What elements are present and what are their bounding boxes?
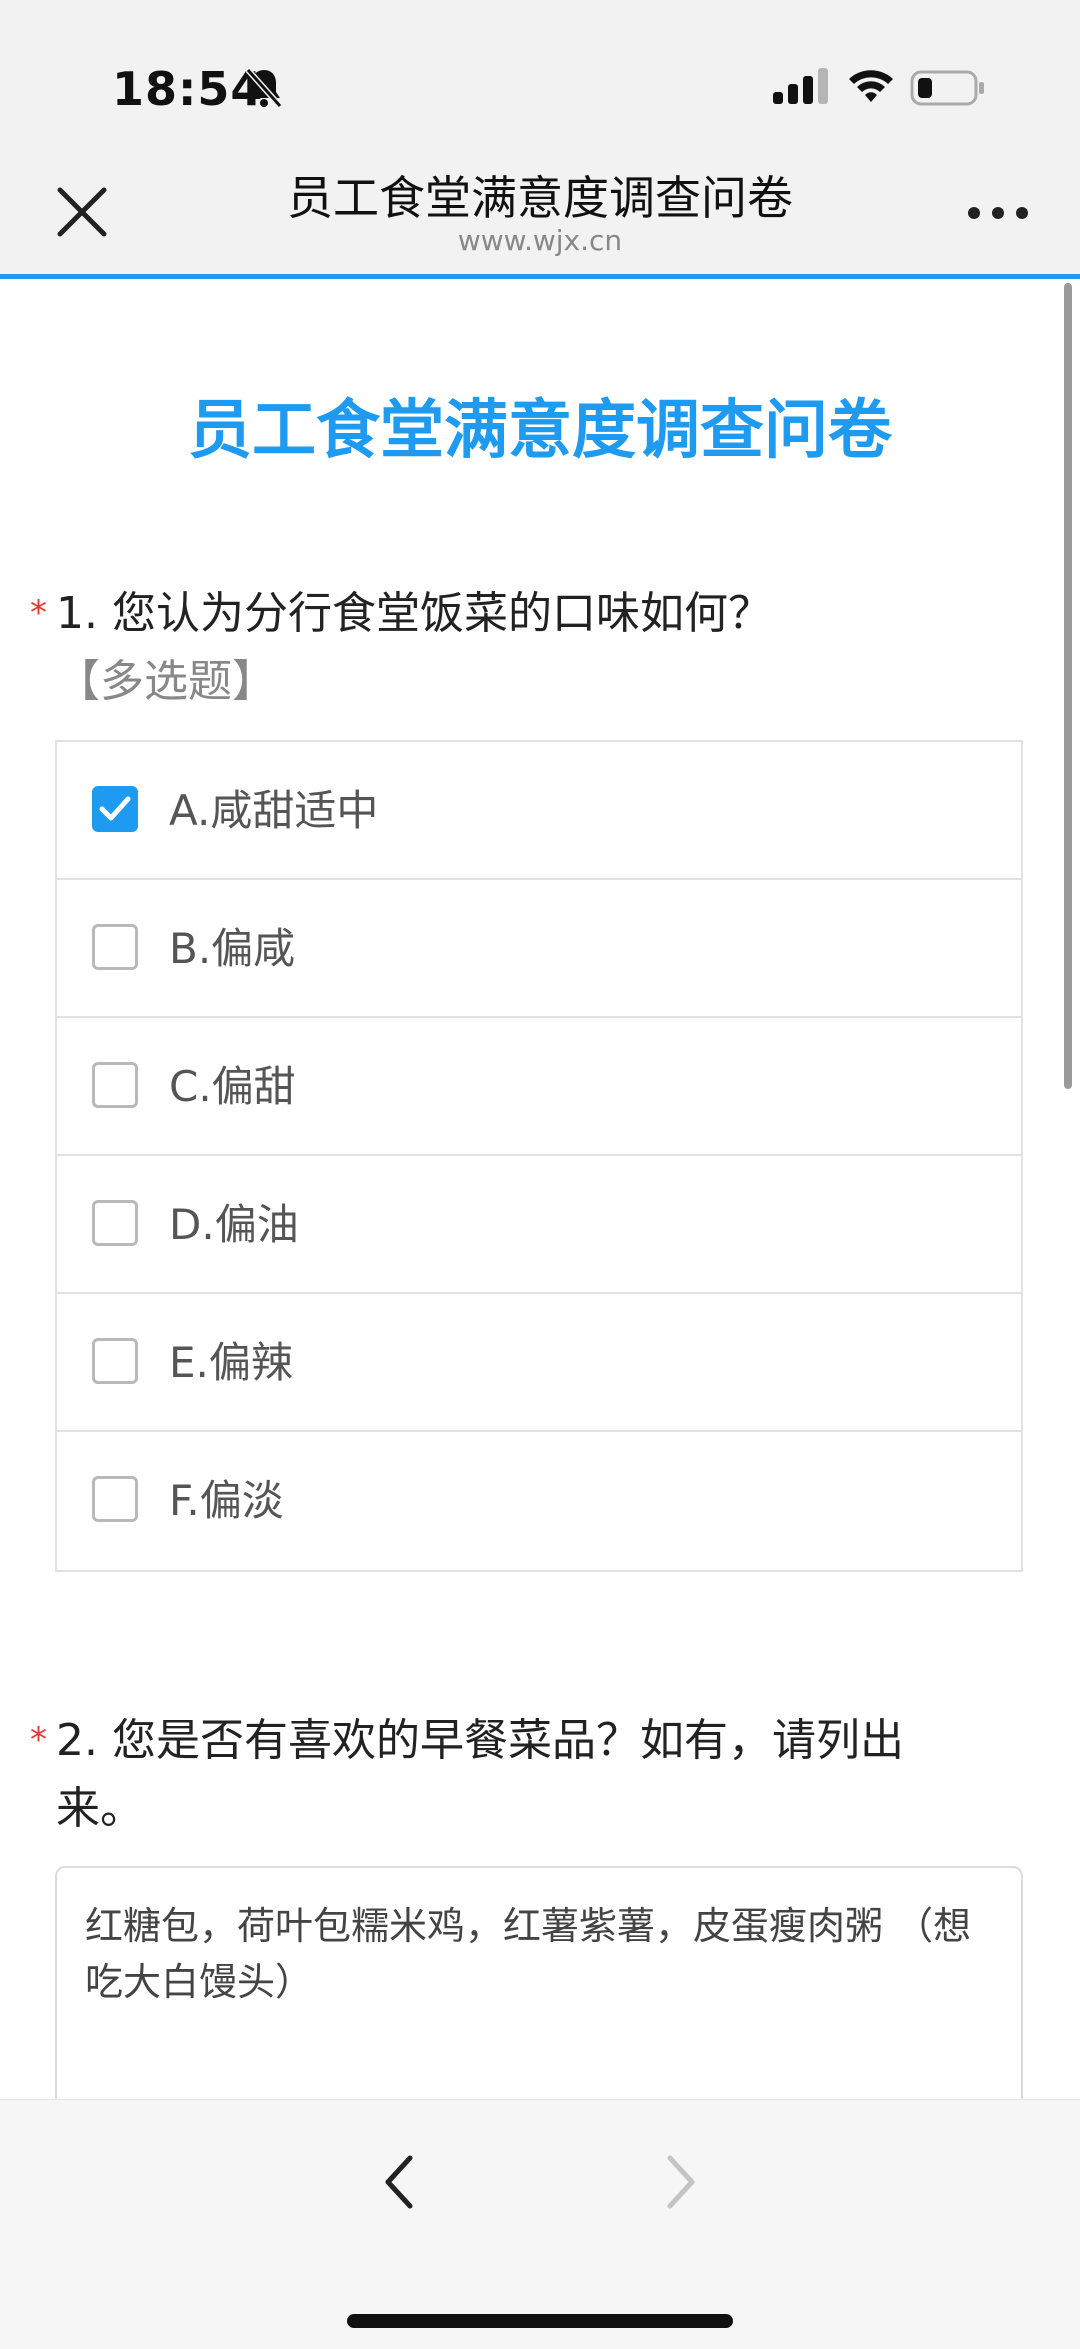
question-type-tag: 【多选题】 (56, 656, 276, 707)
required-mark: * (30, 1720, 47, 1760)
checkbox[interactable] (92, 1476, 138, 1522)
checkbox[interactable] (92, 1062, 138, 1108)
option-label: A.咸甜适中 (169, 786, 379, 835)
wifi-icon (849, 70, 893, 102)
status-bar: 18:54 (0, 0, 1080, 150)
question-2-text: 2. 您是否有喜欢的早餐菜品？如有，请列出来。 (56, 1715, 904, 1834)
nav-url: www.wjx.cn (457, 224, 623, 257)
nav-title: 员工食堂满意度调查问卷 (287, 171, 793, 225)
nav-bar: 员工食堂满意度调查问卷 www.wjx.cn (0, 150, 1080, 279)
more-icon[interactable] (966, 198, 1030, 228)
status-time: 18:54 (112, 62, 264, 116)
back-icon[interactable] (380, 2152, 420, 2212)
option-label: E.偏辣 (169, 1338, 293, 1387)
option-label: D.偏油 (169, 1200, 299, 1249)
question-2: * 2. 您是否有喜欢的早餐菜品？如有，请列出来。 (30, 1707, 990, 1843)
checkbox[interactable] (92, 924, 138, 970)
question-1-text: 1. 您认为分行食堂饭菜的口味如何？ (56, 588, 772, 639)
signal-icon (773, 68, 828, 104)
option-a[interactable]: A.咸甜适中 (57, 742, 1021, 880)
survey-title: 员工食堂满意度调查问卷 (188, 394, 892, 468)
check-icon (99, 796, 131, 821)
question-text: 1. 您认为分行食堂饭菜的口味如何？ 【多选题】 (56, 580, 990, 716)
question-1-options: A.咸甜适中 B.偏咸 C.偏甜 D.偏油 E.偏辣 F.偏淡 (55, 740, 1023, 1572)
option-c[interactable]: C.偏甜 (57, 1018, 1021, 1156)
question-1: * 1. 您认为分行食堂饭菜的口味如何？ 【多选题】 (30, 580, 990, 716)
home-indicator (347, 2314, 733, 2328)
option-e[interactable]: E.偏辣 (57, 1294, 1021, 1432)
forward-icon[interactable] (660, 2152, 700, 2212)
checkbox[interactable] (92, 1338, 138, 1384)
answer-textarea[interactable]: 红糖包，荷叶包糯米鸡，红薯紫薯，皮蛋瘦肉粥 （想吃大白馒头） (55, 1866, 1023, 2099)
checkbox-checked[interactable] (92, 786, 138, 832)
option-b[interactable]: B.偏咸 (57, 880, 1021, 1018)
bell-muted-icon (245, 68, 283, 108)
option-f[interactable]: F.偏淡 (57, 1432, 1021, 1570)
survey-content[interactable]: 员工食堂满意度调查问卷 * 1. 您认为分行食堂饭菜的口味如何？ 【多选题】 A… (0, 279, 1080, 2099)
option-label: B.偏咸 (169, 924, 296, 973)
option-d[interactable]: D.偏油 (57, 1156, 1021, 1294)
option-label: F.偏淡 (169, 1476, 284, 1525)
battery-icon (910, 70, 984, 106)
checkbox[interactable] (92, 1200, 138, 1246)
option-label: C.偏甜 (169, 1062, 296, 1111)
required-mark: * (30, 593, 47, 633)
bottom-toolbar (0, 2099, 1080, 2349)
